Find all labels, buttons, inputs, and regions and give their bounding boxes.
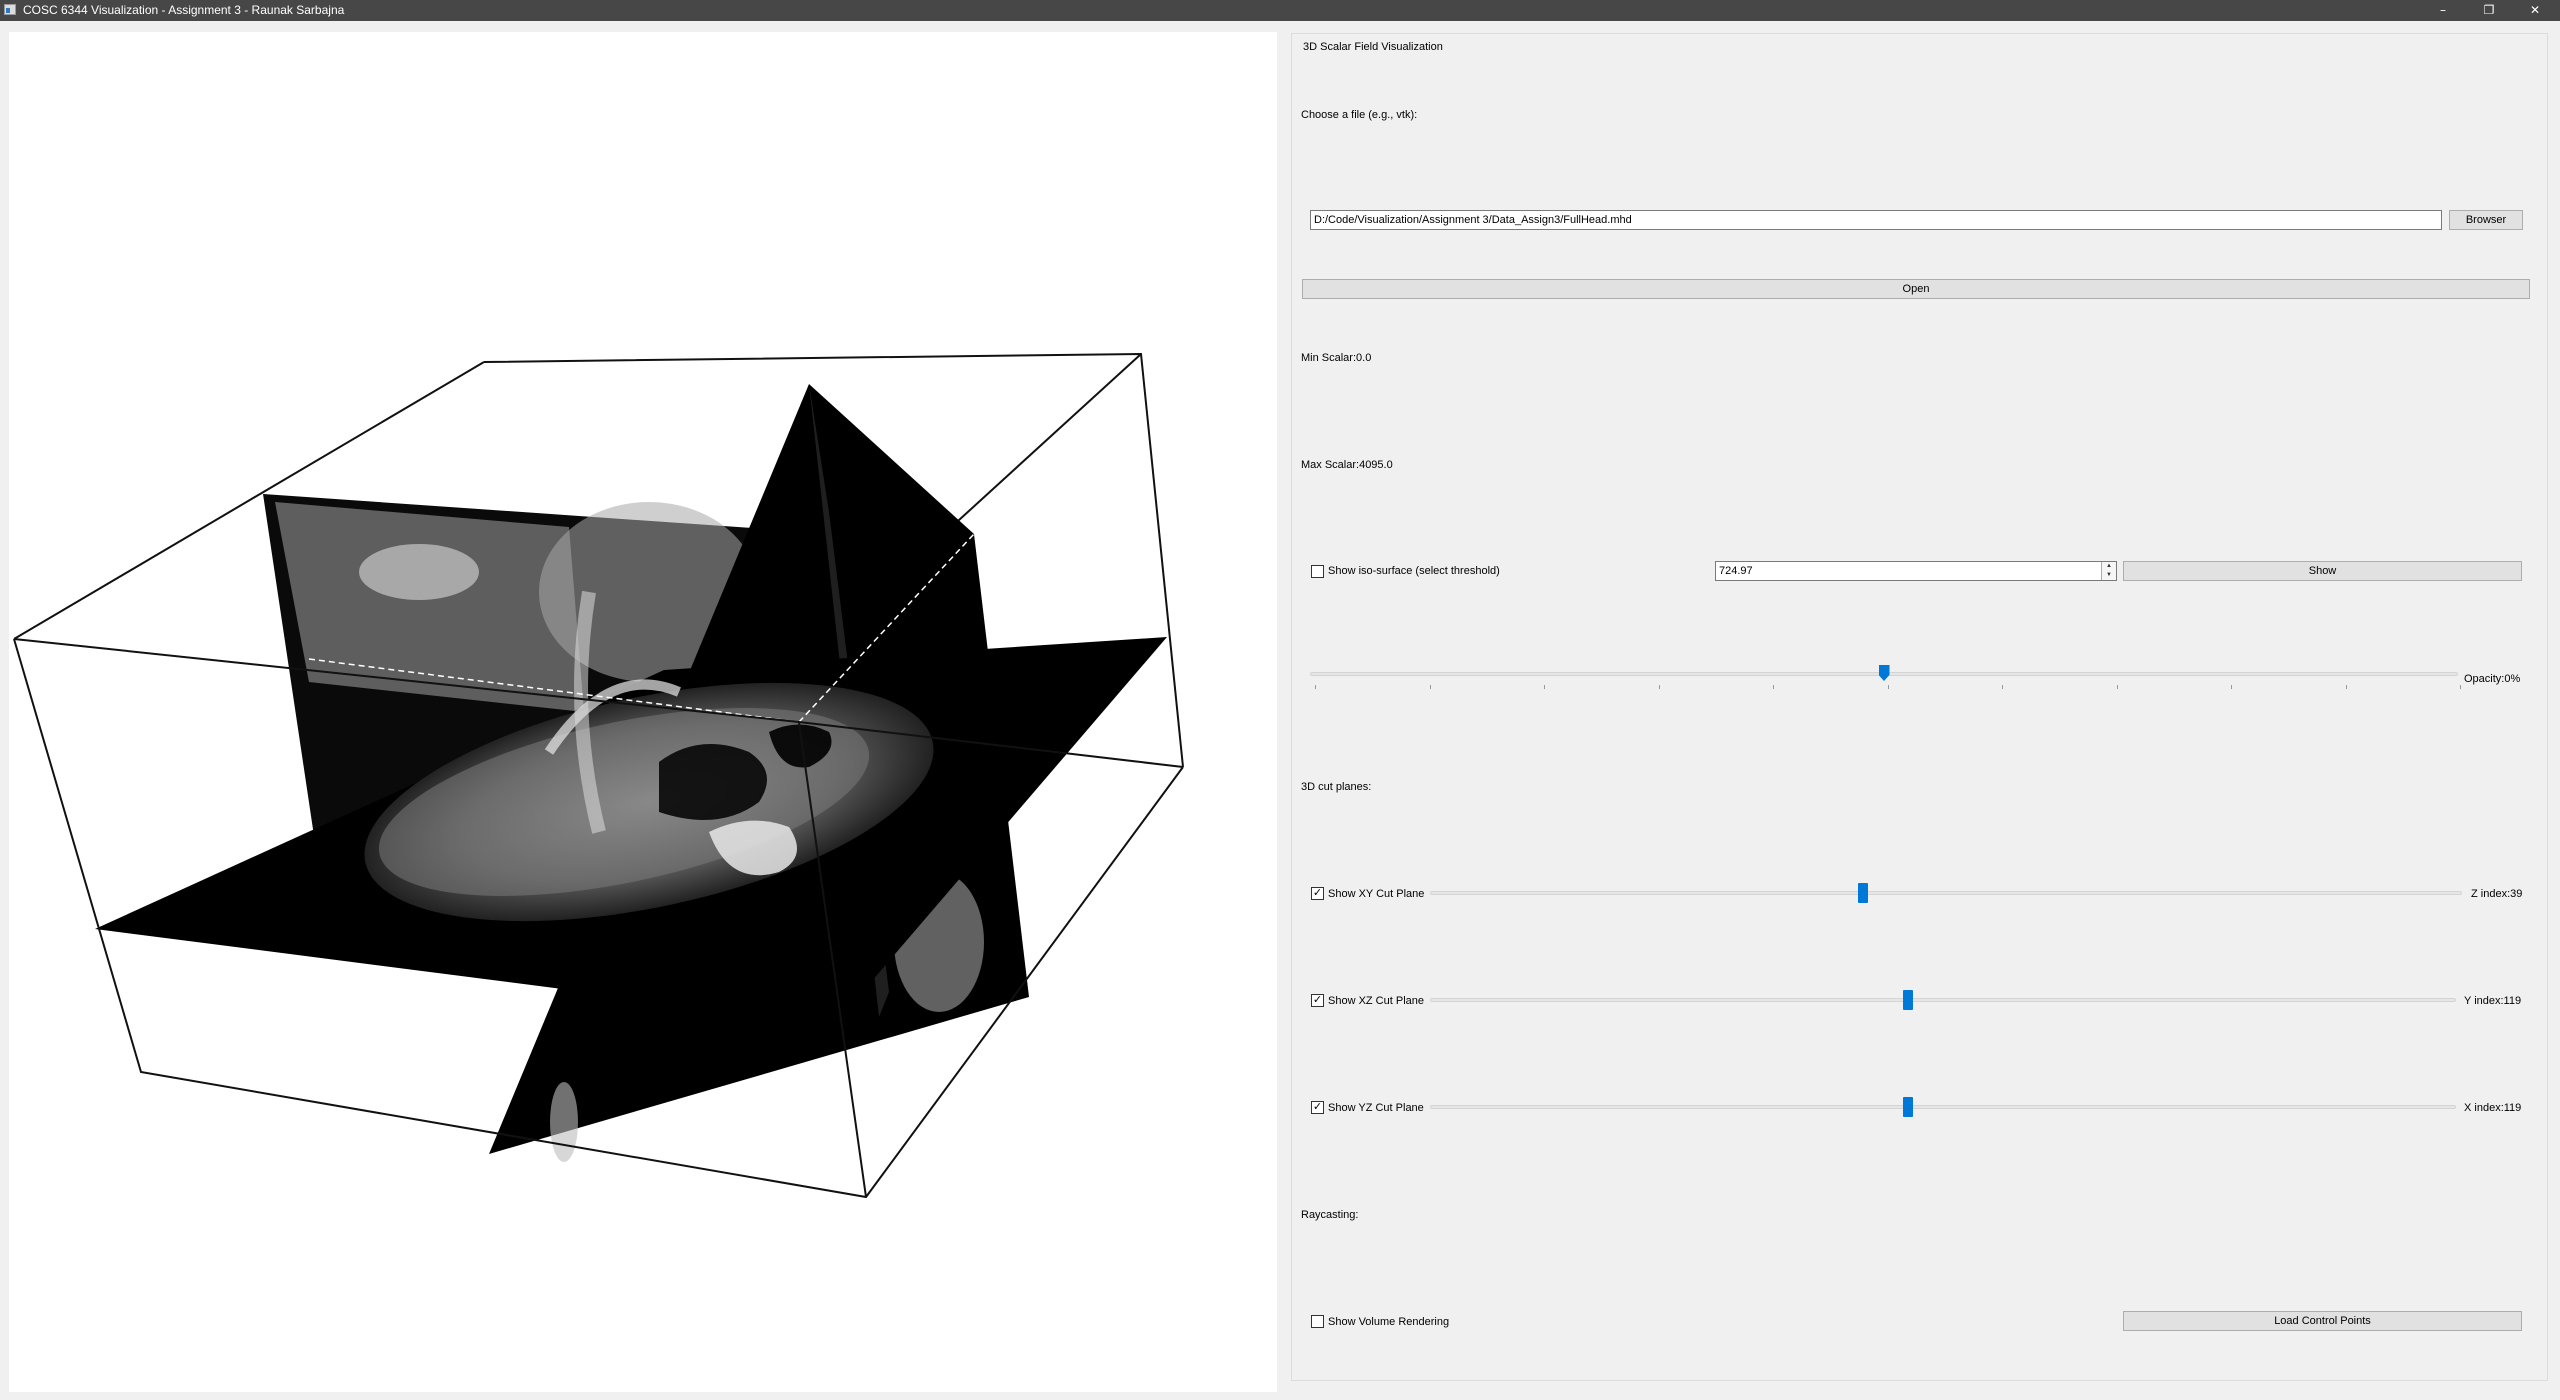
xz-slider-handle[interactable] [1903, 990, 1914, 1010]
minimize-icon[interactable]: – [2420, 0, 2466, 21]
slider-tick [1658, 685, 1660, 689]
slider-tick [2002, 685, 2003, 689]
choose-file-label: Choose a file (e.g., vtk): [1301, 109, 1418, 121]
browser-button[interactable]: Browser [2449, 210, 2523, 230]
slider-tick [2345, 685, 2347, 689]
restore-icon[interactable]: ❐ [2466, 0, 2512, 21]
xy-plane-label: Show XY Cut Plane [1328, 888, 1425, 900]
slider-tick [1544, 685, 1545, 689]
yz-slider-handle[interactable] [1903, 1097, 1914, 1117]
volume-rendering-label: Show Volume Rendering [1328, 1316, 1450, 1328]
slider-tick [1315, 685, 1316, 689]
xz-plane-label: Show XZ Cut Plane [1328, 995, 1424, 1007]
title-bar: COSC 6344 Visualization - Assignment 3 -… [0, 0, 2560, 21]
slider-tick [1773, 685, 1774, 689]
load-control-points-button[interactable]: Load Control Points [2123, 1311, 2522, 1331]
slider-tick [2116, 685, 2118, 689]
yz-plane-label: Show YZ Cut Plane [1328, 1102, 1424, 1114]
z-index-label: Z index:39 [2471, 888, 2523, 900]
slider-tick [1887, 685, 1889, 689]
opacity-label: Opacity:0% [2464, 673, 2521, 685]
yz-index-slider[interactable] [1430, 1105, 2456, 1109]
x-index-label: X index:119 [2464, 1102, 2522, 1114]
xy-plane-checkbox[interactable]: ✓ [1311, 887, 1324, 900]
iso-threshold-value: 724.97 [1719, 565, 1753, 577]
yz-check-mark: ✓ [1312, 1101, 1323, 1113]
xy-check-mark: ✓ [1312, 887, 1323, 899]
raycasting-label: Raycasting: [1301, 1209, 1359, 1221]
yz-plane-checkbox[interactable]: ✓ [1311, 1101, 1324, 1114]
xz-plane-checkbox[interactable]: ✓ [1311, 994, 1324, 1007]
slider-tick [2231, 685, 2232, 689]
spin-down-arrow-icon[interactable]: ▼ [2101, 571, 2116, 580]
xz-check-mark: ✓ [1312, 994, 1323, 1006]
slider-tick [1429, 685, 1431, 689]
render-viewport[interactable] [9, 32, 1277, 1392]
xz-index-slider[interactable] [1430, 998, 2456, 1002]
iso-surface-checkbox[interactable] [1311, 565, 1324, 578]
iso-threshold-spinbox[interactable]: 724.97 ▲ ▼ [1715, 561, 2117, 581]
show-iso-button[interactable]: Show [2123, 561, 2522, 581]
min-scalar-label: Min Scalar:0.0 [1301, 352, 1372, 364]
yz-slice-tissue [275, 502, 584, 712]
window-app-icon [4, 4, 16, 15]
close-icon[interactable]: ✕ [2512, 0, 2558, 21]
volume-rendering-checkbox[interactable] [1311, 1315, 1324, 1328]
xy-slider-handle[interactable] [1858, 883, 1869, 903]
slider-tick [2460, 685, 2461, 689]
max-scalar-label: Max Scalar:4095.0 [1301, 459, 1393, 471]
window-title: COSC 6344 Visualization - Assignment 3 -… [23, 3, 345, 17]
volume-render-scene [13, 352, 1184, 1199]
xy-index-slider[interactable] [1430, 891, 2462, 895]
y-index-label: Y index:119 [2464, 995, 2522, 1007]
open-button[interactable]: Open [1302, 279, 2530, 299]
iso-surface-label: Show iso-surface (select threshold) [1328, 565, 1500, 577]
control-panel [1291, 33, 2548, 1381]
group-title: 3D Scalar Field Visualization [1301, 41, 1445, 53]
cut-planes-label: 3D cut planes: [1301, 781, 1372, 793]
file-path-field[interactable]: D:/Code/Visualization/Assignment 3/Data_… [1310, 210, 2442, 230]
